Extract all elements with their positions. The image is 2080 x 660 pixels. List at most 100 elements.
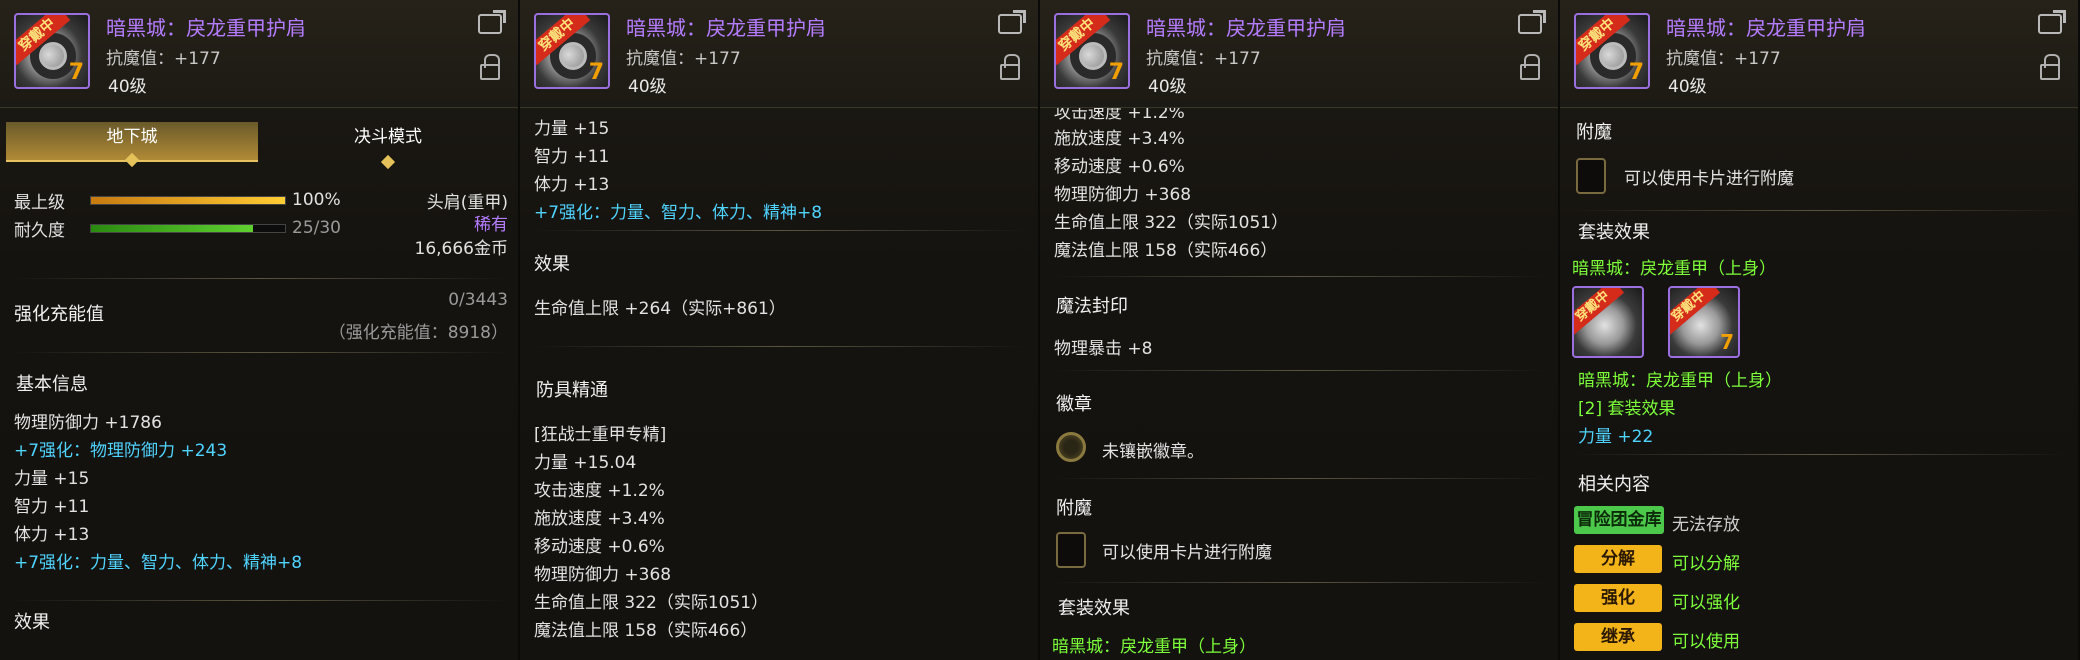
item-header: 穿戴中 7 暗黑城：戾龙重甲护肩 抗魔值：+177 40级 [1560,0,2078,108]
item-tooltip-panel-3: 穿戴中 7 暗黑城：戾龙重甲护肩 抗魔值：+177 40级 攻击速度 +1.2% … [1040,0,1560,660]
stat-line: 力量 +15 [14,469,90,489]
stat-line: 魔法值上限 158（实际466） [1054,241,1278,261]
item-icon: 穿戴中 7 [14,13,90,89]
rarity: 稀有 [474,215,508,235]
charge-title: 强化充能值 [14,304,104,325]
item-stat: 抗魔值：+177 [106,49,221,69]
enchant-title: 附魔 [1576,122,1612,143]
item-icon: 穿戴中 7 [1574,13,1650,89]
related-status: 可以使用 [1672,632,1740,652]
effect-title: 效果 [534,254,570,275]
set-piece-shoulder-icon[interactable]: 穿戴中 7 [1668,286,1740,358]
enchant-slot[interactable] [1056,532,1086,568]
share-icon[interactable] [998,10,1026,34]
item-name: 暗黑城：戾龙重甲护肩 [1146,16,1346,40]
tab-pvp[interactable]: 决斗模式 [262,122,514,170]
set-piece-chest-icon[interactable]: 穿戴中 [1572,286,1644,358]
enchant-line: 可以使用卡片进行附魔 [1102,543,1272,563]
durability-value: 25/30 [292,218,341,238]
mastery-line: 魔法值上限 158（实际466） [534,621,758,641]
mastery-title: 防具精通 [536,380,608,401]
set-name: 暗黑城：戾龙重甲（上身） [1052,637,1256,657]
stat-line: +7强化：物理防御力 +243 [14,441,228,461]
related-button[interactable]: 分解 [1574,545,1662,573]
item-stat: 抗魔值：+177 [1146,49,1261,69]
share-icon[interactable] [2038,10,2066,34]
item-icon: 穿戴中 7 [534,13,610,89]
stat-line: 智力 +11 [14,497,90,517]
item-stat: 抗魔值：+177 [1666,49,1781,69]
charge-value: 0/3443 [448,290,508,310]
mastery-line: 施放速度 +3.4% [534,509,665,529]
seal-line: 物理暴击 +8 [1054,339,1153,359]
mastery-line: 力量 +15.04 [534,453,637,473]
mastery-line: 攻击速度 +1.2% [534,481,665,501]
stat-line: 智力 +11 [534,147,610,167]
stat-line: 体力 +13 [14,525,90,545]
set-name: 暗黑城：戾龙重甲（上身） [1572,259,1776,279]
set-item: 暗黑城：戾龙重甲（上身） [1578,371,1782,391]
item-level: 40级 [1668,77,1707,97]
effect-line: 生命值上限 +264（实际+861） [534,299,786,319]
stat-line: 物理防御力 +368 [1054,185,1192,205]
item-name: 暗黑城：戾龙重甲护肩 [1666,16,1866,40]
item-header: 穿戴中 7 暗黑城：戾龙重甲护肩 抗魔值：+177 40级 [520,0,1038,108]
related-status: 无法存放 [1672,515,1740,535]
item-level: 40级 [108,77,147,97]
lock-icon[interactable] [480,54,500,80]
related-status: 可以分解 [1672,554,1740,574]
stat-line: 物理防御力 +1786 [14,413,162,433]
share-icon[interactable] [1518,10,1546,34]
emblem-title: 徽章 [1056,394,1092,415]
set-stat: 力量 +22 [1578,427,1654,447]
basic-info-title: 基本信息 [16,374,88,395]
item-name: 暗黑城：戾龙重甲护肩 [106,16,306,40]
enchant-line: 可以使用卡片进行附魔 [1624,169,1794,189]
enchant-title: 附魔 [1056,498,1092,519]
related-status: 可以强化 [1672,593,1740,613]
mode-tabs: 地下城 决斗模式 [6,122,514,170]
stat-line: 力量 +15 [534,119,610,139]
stat-line: 体力 +13 [534,175,610,195]
item-tooltip-panel-1: 穿戴中 7 暗黑城：戾龙重甲护肩 抗魔值：+177 40级 地下城 决斗模式 最上… [0,0,520,660]
stat-line: +7强化：力量、智力、体力、精神+8 [534,203,823,223]
price: 16,666金币 [414,239,508,259]
enchant-slot[interactable] [1576,158,1606,194]
related-button[interactable]: 冒险团金库 [1574,506,1664,534]
item-header: 穿戴中 7 暗黑城：戾龙重甲护肩 抗魔值：+177 40级 [1040,0,1558,108]
mastery-line: 移动速度 +0.6% [534,537,665,557]
lock-icon[interactable] [1520,54,1540,80]
durability-bar [90,224,286,233]
set-title: 套装效果 [1578,222,1650,243]
emblem-slot-icon[interactable] [1056,432,1086,462]
grade-value: 100% [292,190,341,210]
set-bonus: [2] 套装效果 [1578,399,1676,419]
stat-line: 生命值上限 322（实际1051） [1054,213,1289,233]
item-name: 暗黑城：戾龙重甲护肩 [626,16,826,40]
item-header: 穿戴中 7 暗黑城：戾龙重甲护肩 抗魔值：+177 40级 [0,0,518,108]
mastery-line: 生命值上限 322（实际1051） [534,593,769,613]
item-tooltip-panel-2: 穿戴中 7 暗黑城：戾龙重甲护肩 抗魔值：+177 40级 力量 +15 智力 +1… [520,0,1040,660]
share-icon[interactable] [478,10,506,34]
item-tooltip-panel-4: 穿戴中 7 暗黑城：戾龙重甲护肩 抗魔值：+177 40级 附魔 可以使用卡片进行… [1560,0,2080,660]
seal-title: 魔法封印 [1056,296,1128,317]
lock-icon[interactable] [1000,54,1020,80]
item-level: 40级 [1148,77,1187,97]
emblem-line: 未镶嵌徽章。 [1102,442,1204,462]
related-button[interactable]: 强化 [1574,584,1662,612]
item-icon: 穿戴中 7 [1054,13,1130,89]
stat-line: 移动速度 +0.6% [1054,157,1185,177]
related-button[interactable]: 继承 [1574,623,1662,651]
effect-title: 效果 [14,612,50,633]
stat-line: +7强化：力量、智力、体力、精神+8 [14,553,303,573]
durability-label: 耐久度 [14,221,65,241]
item-stat: 抗魔值：+177 [626,49,741,69]
set-title: 套装效果 [1058,598,1130,619]
grade-bar [90,196,286,205]
lock-icon[interactable] [2040,54,2060,80]
tab-dungeon[interactable]: 地下城 [6,122,258,168]
charge-sub: （强化充能值：8918） [328,323,508,343]
grade-label: 最上级 [14,193,65,213]
item-level: 40级 [628,77,667,97]
mastery-line: [狂战士重甲专精] [534,425,667,445]
